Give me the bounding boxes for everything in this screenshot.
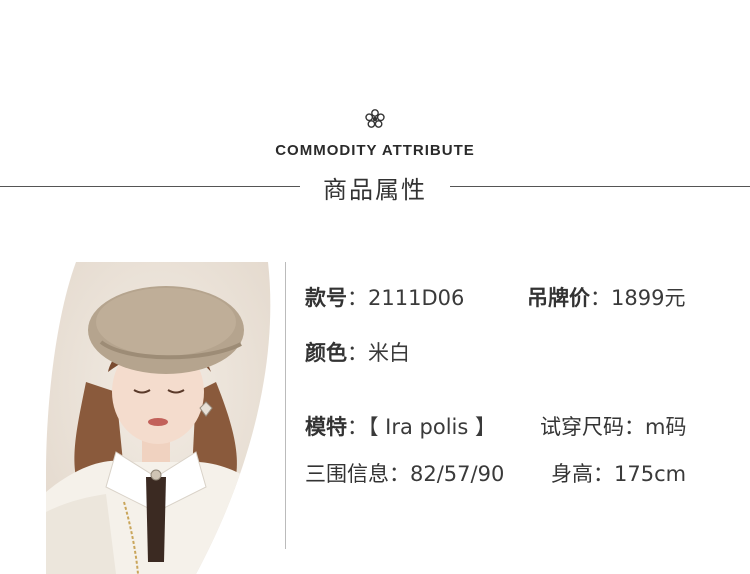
- separator: ：: [624, 415, 645, 439]
- color-value: 米白: [368, 341, 410, 365]
- model-label: 模特: [305, 415, 347, 439]
- model-photo: [46, 262, 271, 574]
- measurements-value: 82/57/90: [410, 462, 505, 486]
- color-label: 颜色: [305, 341, 347, 365]
- measurements: 三围信息：82/57/90: [305, 458, 504, 488]
- style-number-label: 款号: [305, 286, 347, 310]
- separator: ：: [389, 462, 410, 486]
- height-value: 175cm: [614, 462, 687, 486]
- try-on-size-value: m码: [645, 415, 687, 439]
- separator: ：: [347, 341, 368, 365]
- model: 模特：【 Ira polis 】: [305, 411, 496, 441]
- vertical-divider: [285, 262, 286, 549]
- separator: ：: [590, 286, 611, 310]
- section-title-cn: 商品属性: [323, 176, 427, 204]
- tag-price: 吊牌价：1899元: [527, 282, 685, 312]
- divider-left: [0, 186, 300, 187]
- section-title-en: COMMODITY ATTRIBUTE: [275, 142, 475, 159]
- tag-price-label: 吊牌价: [527, 286, 590, 310]
- flower-icon: [365, 109, 385, 128]
- try-on-size: 试穿尺码：m码: [540, 411, 686, 441]
- divider-right: [450, 186, 750, 187]
- style-number: 款号：2111D06: [305, 282, 464, 312]
- measurements-label: 三围信息: [305, 462, 389, 486]
- style-number-value: 2111D06: [368, 286, 465, 310]
- separator: ：: [347, 286, 368, 310]
- tag-price-value: 1899元: [611, 286, 686, 310]
- model-value: 【 Ira polis 】: [368, 415, 497, 439]
- height-label: 身高: [551, 462, 593, 486]
- try-on-size-label: 试穿尺码: [540, 415, 624, 439]
- height: 身高：175cm: [551, 458, 686, 488]
- separator: ：: [593, 462, 614, 486]
- separator: ：: [347, 415, 368, 439]
- color: 颜色：米白: [305, 337, 410, 367]
